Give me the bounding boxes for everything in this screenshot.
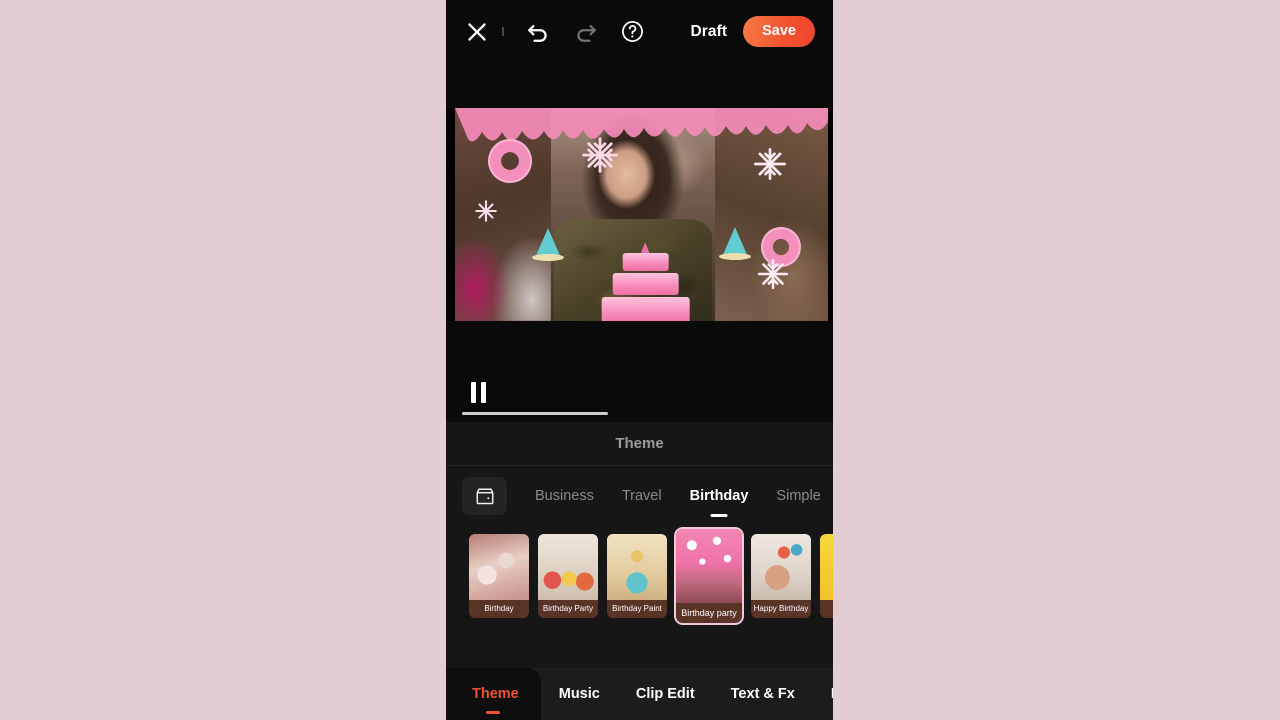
top-toolbar: Draft Save bbox=[446, 0, 833, 63]
video-preview[interactable] bbox=[446, 108, 833, 321]
draft-label[interactable]: Draft bbox=[690, 23, 727, 41]
tab-clip-edit[interactable]: Clip Edit bbox=[618, 668, 713, 720]
theme-thumbnail-image bbox=[820, 534, 833, 600]
panel-title: Theme bbox=[615, 435, 664, 452]
pause-icon[interactable] bbox=[471, 382, 493, 403]
snowflake-sticker-bottom-right bbox=[757, 258, 789, 290]
snowflake-sticker-face bbox=[582, 137, 618, 173]
theme-thumbnail-image bbox=[538, 534, 598, 600]
phone-screen: Draft Save Theme Business Travel Birthda… bbox=[446, 0, 833, 720]
toolbar-divider bbox=[502, 27, 504, 36]
snowflake-sticker-left-small bbox=[475, 200, 497, 222]
tab-music[interactable]: Music bbox=[541, 668, 618, 720]
progress-bar[interactable] bbox=[462, 412, 817, 415]
party-hat-sticker-left bbox=[532, 228, 564, 261]
theme-thumbnail-image bbox=[469, 534, 529, 600]
snowflake-sticker-top-right bbox=[754, 148, 786, 180]
player-controls bbox=[446, 321, 833, 422]
tab-theme[interactable]: Theme bbox=[446, 668, 541, 720]
help-icon[interactable] bbox=[620, 19, 645, 44]
theme-item-birthday-party[interactable]: Birthday Party bbox=[538, 534, 598, 618]
theme-item-birthday-paint[interactable]: Birthday Paint bbox=[607, 534, 667, 618]
theme-item-birthday-party-selected[interactable]: Birthday party bbox=[676, 529, 742, 623]
theme-item-happy-birthday[interactable]: Happy Birthday bbox=[751, 534, 811, 618]
store-icon[interactable] bbox=[462, 477, 507, 515]
theme-item-label: B bbox=[820, 600, 833, 618]
theme-thumbnail-image bbox=[676, 529, 742, 603]
theme-item-partial[interactable]: B bbox=[820, 534, 833, 618]
theme-item-label: Birthday Paint bbox=[607, 600, 667, 618]
theme-item-label: Birthday bbox=[469, 600, 529, 618]
category-tab-birthday[interactable]: Birthday bbox=[676, 488, 763, 504]
category-tabs[interactable]: Business Travel Birthday Simple You bbox=[446, 466, 833, 526]
screenshot-stage: Draft Save Theme Business Travel Birthda… bbox=[0, 0, 1280, 720]
category-tab-business[interactable]: Business bbox=[521, 488, 608, 504]
undo-icon[interactable] bbox=[524, 18, 552, 46]
category-tab-simple[interactable]: Simple bbox=[762, 488, 833, 504]
save-button[interactable]: Save bbox=[743, 15, 815, 48]
close-icon[interactable] bbox=[464, 19, 490, 45]
theme-item-label: Birthday party bbox=[676, 603, 742, 623]
progress-fill bbox=[462, 412, 608, 415]
theme-item-label: Birthday Party bbox=[538, 600, 598, 618]
tab-text-fx[interactable]: Text & Fx bbox=[713, 668, 813, 720]
theme-item-label: Happy Birthday bbox=[751, 600, 811, 618]
theme-thumbnail-image bbox=[751, 534, 811, 600]
redo-icon[interactable] bbox=[572, 18, 600, 46]
cake-sticker bbox=[599, 233, 691, 321]
category-tab-travel[interactable]: Travel bbox=[608, 488, 676, 504]
theme-item-birthday[interactable]: Birthday bbox=[469, 534, 529, 618]
bottom-navigation: Theme Music Clip Edit Text & Fx Filter bbox=[446, 668, 833, 720]
tab-filter[interactable]: Filter bbox=[813, 668, 833, 720]
donut-sticker-left bbox=[488, 139, 532, 183]
preview-canvas[interactable] bbox=[455, 108, 828, 321]
party-hat-sticker-right bbox=[719, 227, 751, 260]
theme-thumbnail-image bbox=[607, 534, 667, 600]
theme-thumbnail-list[interactable]: Birthday Birthday Party Birthday Paint B… bbox=[446, 526, 833, 626]
